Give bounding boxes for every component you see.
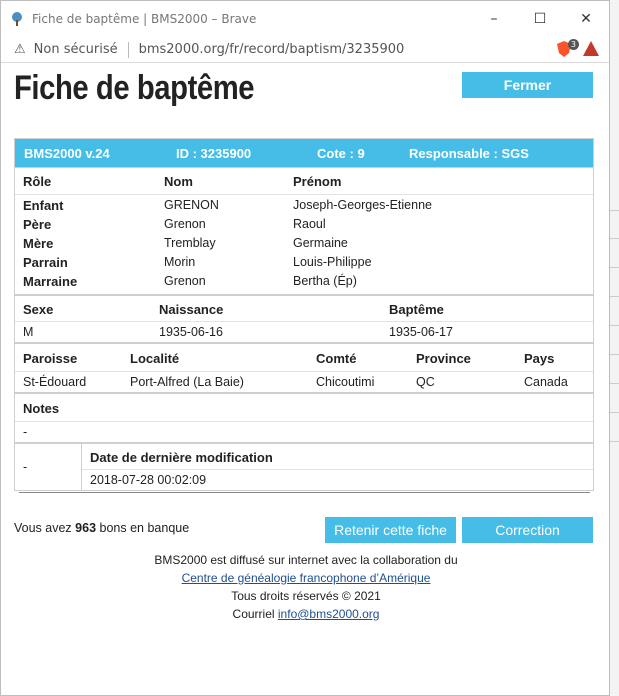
responsable-label: Responsable : SGS: [409, 146, 529, 161]
strip-line: [610, 267, 619, 268]
person-role: Parrain: [23, 255, 68, 270]
footer-line-1: BMS2000 est diffusé sur internet avec la…: [154, 553, 458, 567]
column-divider: [81, 444, 82, 490]
minimize-button[interactable]: –: [471, 1, 517, 37]
strip-line: [610, 354, 619, 355]
notes-header: Notes: [23, 401, 60, 416]
province-header: Province: [416, 351, 471, 366]
row-divider: [82, 469, 593, 470]
comte-header: Comté: [316, 351, 357, 366]
row-divider: [15, 371, 593, 372]
localite-header: Localité: [130, 351, 180, 366]
retain-record-button[interactable]: Retenir cette fiche: [325, 517, 456, 543]
close-window-button[interactable]: ✕: [563, 1, 609, 37]
person-prenom: Raoul: [293, 217, 326, 231]
modification-section: - Date de dernière modification 2018-07-…: [15, 442, 593, 490]
security-label[interactable]: Non sécurisé: [34, 42, 118, 57]
notes-section: Notes -: [15, 392, 593, 442]
background-window-strip: [610, 0, 619, 696]
version-label: BMS2000 v.24: [24, 146, 110, 161]
id-label: ID : 3235900: [176, 146, 252, 161]
window-title: Fiche de baptême | BMS2000 – Brave: [32, 12, 257, 26]
bank-suffix: bons en banque: [99, 521, 190, 535]
sexe-header: Sexe: [23, 302, 54, 317]
naissance-value: 1935-06-16: [159, 325, 223, 339]
province-value: QC: [416, 375, 435, 389]
strip-line: [610, 210, 619, 211]
row-divider: [15, 421, 593, 422]
person-nom: Grenon: [164, 217, 206, 231]
vital-section: Sexe Naissance Baptême M 1935-06-16 1935…: [15, 294, 593, 342]
strip-line: [610, 296, 619, 297]
tree-icon: [12, 12, 22, 26]
paroisse-value: St-Édouard: [23, 375, 87, 389]
prenom-header: Prénom: [293, 174, 342, 189]
person-prenom: Germaine: [293, 236, 348, 250]
person-nom: Morin: [164, 255, 196, 269]
sexe-value: M: [23, 325, 34, 339]
row-divider: [15, 194, 593, 195]
naissance-header: Naissance: [159, 302, 224, 317]
person-role: Marraine: [23, 274, 78, 289]
footer-contact: Courriel info@bms2000.org: [1, 607, 609, 621]
person-prenom: Bertha (Ép): [293, 274, 357, 288]
modification-header: Date de dernière modification: [90, 450, 273, 465]
maximize-button[interactable]: ☐: [517, 1, 563, 37]
shield-count-badge: 3: [567, 39, 579, 50]
contact-label: Courriel: [232, 607, 275, 621]
browser-window: Fiche de baptême | BMS2000 – Brave – ☐ ✕…: [0, 0, 610, 696]
strip-line: [610, 383, 619, 384]
address-bar[interactable]: ⚠ Non sécurisé bms2000.org/fr/record/bap…: [1, 37, 609, 63]
person-prenom: Joseph-Georges-Etienne: [293, 198, 432, 212]
comte-value: Chicoutimi: [316, 375, 375, 389]
page-content: Fiche de baptême Fermer BMS2000 v.24 ID …: [1, 63, 609, 695]
close-button[interactable]: Fermer: [462, 72, 593, 98]
nom-header: Nom: [164, 174, 193, 189]
strip-line: [610, 238, 619, 239]
person-nom: Grenon: [164, 274, 206, 288]
role-header: Rôle: [23, 174, 52, 189]
bank-count: 963: [75, 521, 97, 535]
paroisse-header: Paroisse: [23, 351, 78, 366]
horizontal-rule: [19, 492, 590, 493]
page-title: Fiche de baptême: [14, 69, 255, 107]
modification-value: 2018-07-28 00:02:09: [90, 473, 207, 487]
notes-value: -: [23, 425, 28, 439]
person-role: Enfant: [23, 198, 64, 213]
pays-header: Pays: [524, 351, 555, 366]
title-bar: Fiche de baptême | BMS2000 – Brave – ☐ ✕: [1, 1, 609, 37]
bapteme-header: Baptême: [389, 302, 444, 317]
person-role: Mère: [23, 236, 54, 251]
footer-line-2: Centre de généalogie francophone d’Améri…: [1, 571, 609, 585]
bank-balance: Vous avez 963 bons en banque: [14, 521, 189, 535]
rewards-triangle-icon[interactable]: [583, 41, 599, 56]
record-header: BMS2000 v.24 ID : 3235900 Cote : 9 Respo…: [15, 139, 593, 167]
person-nom: Tremblay: [164, 236, 216, 250]
modification-left-value: -: [23, 460, 28, 474]
people-section: Rôle Nom Prénom Enfant GRENON Joseph-Geo…: [15, 167, 593, 294]
window-controls: – ☐ ✕: [471, 1, 609, 37]
strip-line: [610, 325, 619, 326]
bank-prefix: Vous avez: [14, 521, 72, 535]
footer-copyright: Tous droits réservés © 2021: [231, 589, 381, 603]
warning-icon[interactable]: ⚠: [14, 42, 26, 57]
record-card: BMS2000 v.24 ID : 3235900 Cote : 9 Respo…: [14, 138, 594, 491]
pays-value: Canada: [524, 375, 568, 389]
row-divider: [15, 321, 593, 322]
cgfa-link[interactable]: Centre de généalogie francophone d’Améri…: [182, 571, 431, 585]
email-link[interactable]: info@bms2000.org: [278, 607, 380, 621]
correction-button[interactable]: Correction: [462, 517, 593, 543]
bapteme-value: 1935-06-17: [389, 325, 453, 339]
place-section: Paroisse Localité Comté Province Pays St…: [15, 342, 593, 392]
url-text[interactable]: bms2000.org/fr/record/baptism/3235900: [139, 42, 405, 57]
person-prenom: Louis-Philippe: [293, 255, 372, 269]
person-nom: GRENON: [164, 198, 219, 212]
strip-line: [610, 412, 619, 413]
address-separator: [127, 41, 129, 58]
person-role: Père: [23, 217, 52, 232]
localite-value: Port-Alfred (La Baie): [130, 375, 244, 389]
strip-line: [610, 441, 619, 442]
cote-label: Cote : 9: [317, 146, 365, 161]
